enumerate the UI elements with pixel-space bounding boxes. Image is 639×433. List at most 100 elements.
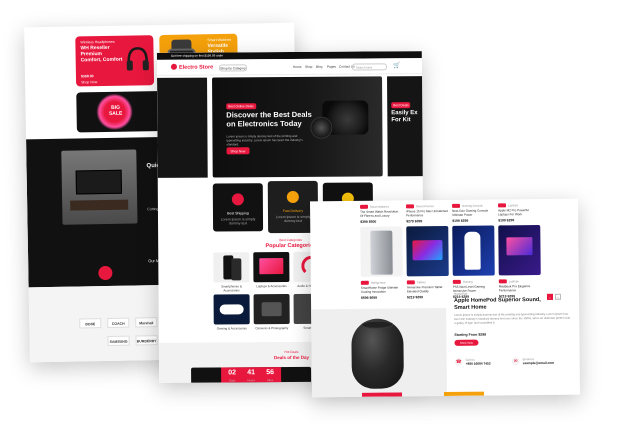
headphones-promo-banner[interactable]: Wireless Headphones WH Reseller Premium … [75,35,155,87]
feature-shop-now-button[interactable]: Shop Now [454,339,479,346]
next-slide-button[interactable]: › [554,293,562,300]
feature-price: Starting From $299 [454,332,487,337]
delivery-icon [286,190,299,204]
laptop-image [506,237,533,256]
cart-icon[interactable]: 🛒 [393,63,401,70]
nav-home[interactable]: Home [293,65,302,69]
product-category: Smart Watches [370,204,390,209]
contact-phone[interactable]: +880 16684 7452 [466,362,491,366]
sale-badge [498,279,507,284]
announcement-text: Get free shipping on first $199.99 order [170,52,224,58]
category-tile-gaming[interactable] [213,294,250,325]
product-image [452,225,495,276]
product-category: Refrigerator [370,280,386,285]
category-label: Gaming & Accessories [216,326,247,331]
contact-email[interactable]: example@email.com [523,361,555,365]
product-price: $219 $299 [406,295,424,300]
feature-description: Lorem ipsum is simply dummy text of the … [454,311,570,325]
product-category: Gaming [462,279,473,284]
feature-desc: Lorem ipsum is simply dummy text [275,214,311,224]
sale-badge: BIG SALE [108,104,123,117]
product-name: iPhone 15 Pro Max Unmatched Performance [406,208,448,218]
product-price: $199 $299 [452,218,469,223]
sale-badge [452,279,461,284]
prev-slide-button[interactable]: ‹ [546,293,554,300]
category-tile-cameras[interactable] [253,294,290,325]
phone-image [231,258,242,281]
feature-desc: Lorem ipsum is simply dummy text [220,217,256,226]
feature-title: Fast Delivery [282,208,304,214]
hero-slide-next: Best Deals Easily Ex For Kit [387,76,425,177]
mail-icon: ✉ [511,357,520,366]
category-tile-smartphones[interactable] [213,252,250,283]
product-price: $399 $500 [360,219,377,224]
product-name: Apple M2 Pro Powerful Laptops For Work [498,208,529,217]
category-label: Laptops & Accessories [256,284,287,289]
product-price: $599 $699 [360,295,378,300]
hero-slide-prev [157,77,208,178]
promo-price: $399.00 [80,74,94,79]
sale-badge [360,204,369,209]
product-category: Tablets [416,280,426,285]
tv-icon [75,169,123,195]
product-category: Gaming Console [462,203,483,208]
bottom-promo-strip [361,392,403,397]
camera-image [261,302,282,317]
product-name: Immersive Premium Tablet Elevated Qualit… [406,285,443,294]
category-tile-laptops[interactable] [253,252,290,283]
product-name: The Smart Watch Revolution Of Fitness an… [360,209,399,218]
logo-text: Electro Store [178,64,214,71]
product-name: SmartHome Fridge Ultimate Cooling Innova… [360,285,399,294]
hero-shop-now-button[interactable]: Shop Now [226,147,250,155]
hero-tag: Best Online Deals [226,103,256,110]
sale-badge [406,204,415,209]
countdown-mins: 56 [266,369,275,377]
category-label: Cameras & Photography [255,326,289,331]
brand-logo[interactable]: BURBERRY [135,335,158,346]
nav-pages[interactable]: Pages [327,65,336,69]
product-category: Laptops [508,279,519,284]
main-navbar: Electro Store Shop by Category Home Shop… [156,58,423,76]
countdown-hours-label: Hours [247,378,255,383]
shipping-icon [231,193,244,206]
site-logo[interactable]: Electro Store [170,63,214,71]
camera-lens [310,116,333,139]
search-input[interactable]: Search here [351,63,387,71]
product-price: $199 $299 [498,218,515,223]
tv-stand [70,199,129,211]
feature-title: Apple HomePod Superior Sound, Smart Home [453,296,541,311]
brand-logo[interactable]: SAMSUNG [107,335,130,346]
speaker-image-panel [311,307,448,398]
homepod-image [351,318,404,389]
countdown-days: 02 [228,369,237,377]
sale-badge [452,203,461,208]
controller-image [219,304,244,315]
product-image [406,225,449,277]
category-dropdown-button[interactable]: Shop by Category [218,64,247,72]
fridge-image [370,230,393,275]
hero-next-tag: Best Deals [391,102,411,109]
countdown-mins-label: Mins [267,378,274,383]
hero-description: Lorem ipsum is simply dummy text of the … [226,133,303,147]
hero-banner: Best Online Deals Discover the Best Deal… [212,76,383,178]
phone-icon: ☎ [454,357,463,366]
promo-category: Wireless Headphones [80,39,115,45]
nav-shop[interactable]: Shop [305,65,312,69]
hero-title: Discover the Best Deals on Electronics T… [226,109,312,129]
product-category: Laptops [508,203,519,208]
feature-eyebrow: HomePod [453,291,468,296]
brand-logo[interactable]: COACH [107,317,130,328]
sale-badge [360,280,369,285]
countdown-hours: 41 [247,369,256,377]
brand-logo[interactable]: Marshall [135,317,158,328]
product-category: Smart Phones [416,204,434,209]
promo-cta[interactable]: Shop Now [81,80,97,84]
promo-title: WH Reseller Premium Comfort, Comfort [80,44,123,63]
promo-category: Smart Watches [207,37,232,43]
headphones-image [126,47,149,71]
nav-blog[interactable]: Blog [316,65,322,69]
tv-room-image [61,149,138,225]
brand-logo[interactable]: BOSE [79,318,102,329]
feature-card: Best Shipping Lorem ipsum is simply dumm… [212,183,264,232]
product-name: Next-Gen Gaming Console Ultimate Power [452,208,489,217]
